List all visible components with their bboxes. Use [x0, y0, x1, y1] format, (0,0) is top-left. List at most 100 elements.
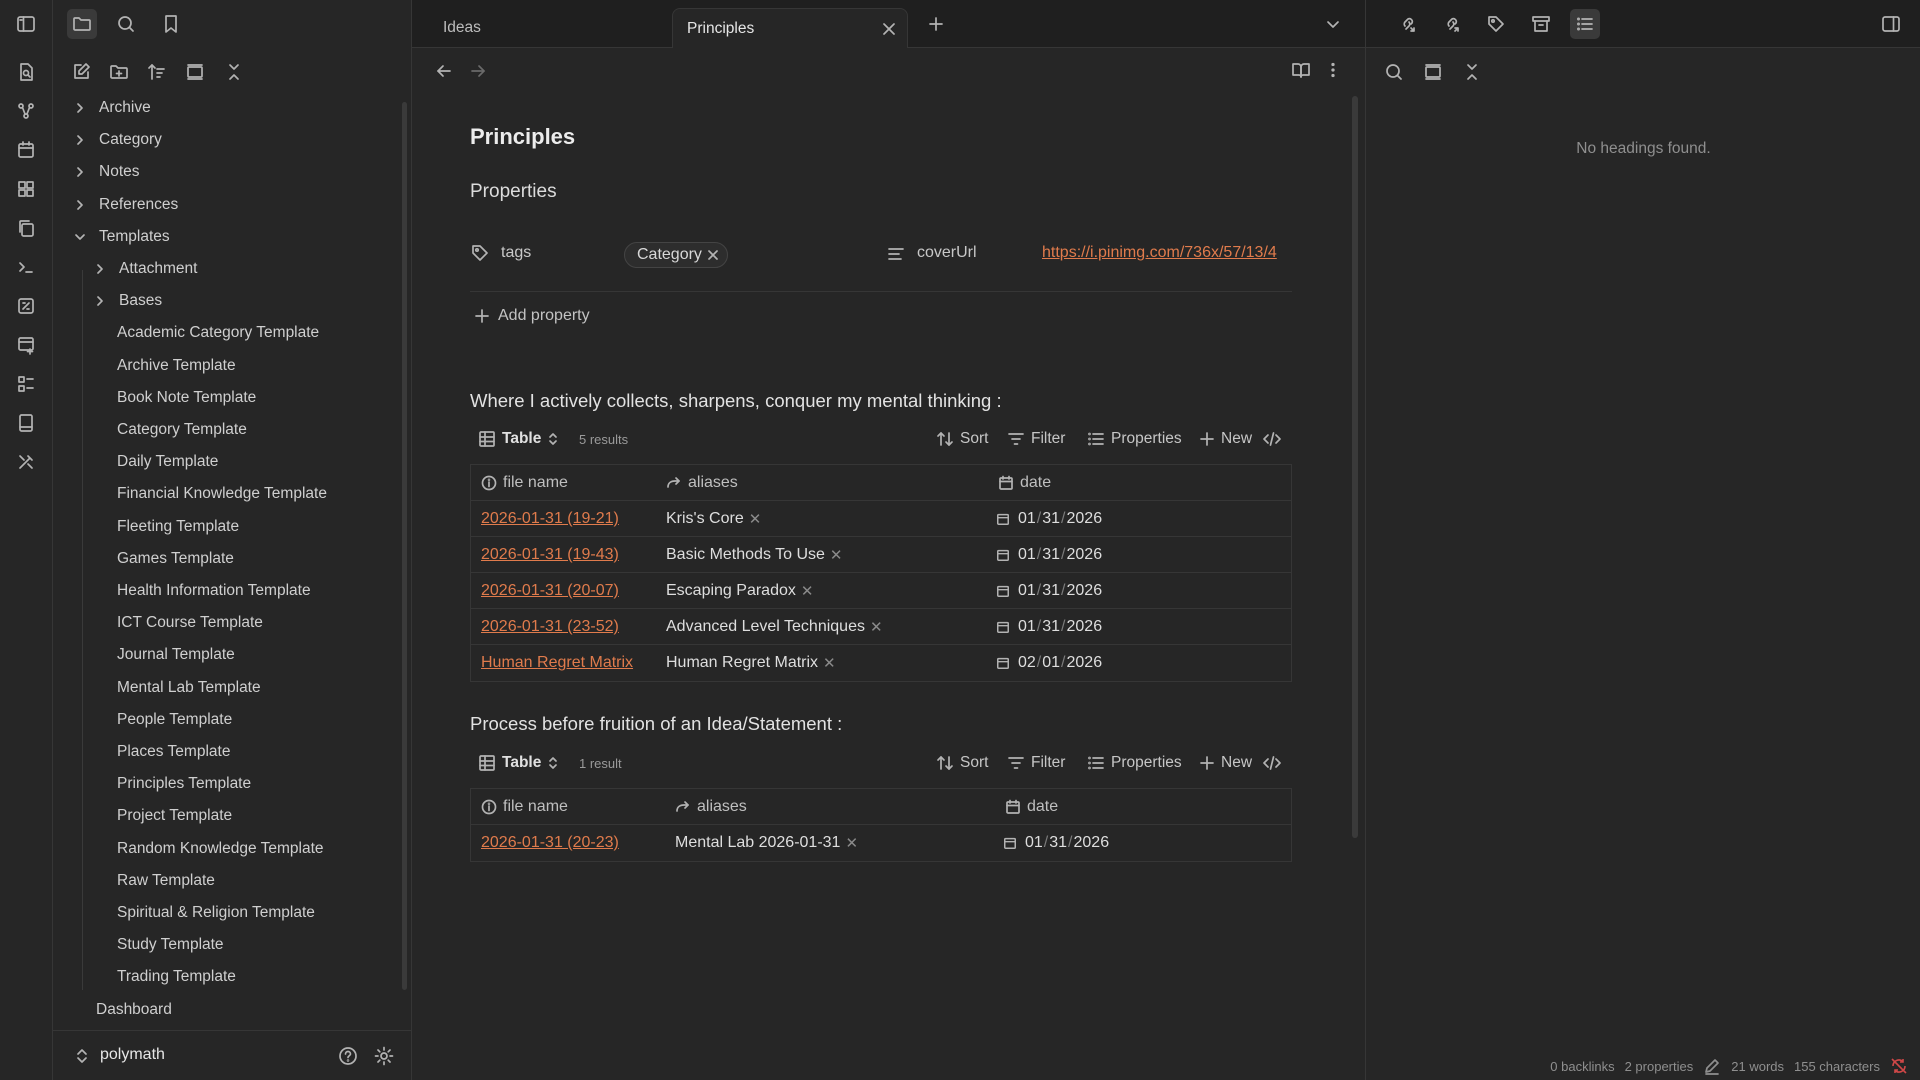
column-header-date[interactable]: date [1005, 789, 1058, 825]
properties-count[interactable]: 2 properties [1625, 1059, 1694, 1074]
tree-file[interactable]: ICT Course Template [117, 610, 263, 636]
bookmarks-icon[interactable] [156, 9, 186, 39]
settings-gear-icon[interactable] [374, 1046, 394, 1066]
view-switcher[interactable]: Table [478, 746, 559, 780]
tools-icon[interactable] [14, 450, 38, 474]
graph-view-icon[interactable] [14, 99, 38, 123]
backlinks-icon[interactable] [1392, 9, 1422, 39]
tree-file[interactable]: Project Template [117, 803, 232, 829]
column-header-aliases[interactable]: aliases [666, 465, 738, 501]
remove-alias-icon[interactable]: ✕ [830, 546, 843, 564]
sort-button[interactable]: Sort [936, 422, 988, 456]
remove-tag-icon[interactable] [707, 249, 719, 261]
new-base-icon[interactable] [14, 333, 38, 357]
date-cell[interactable]: 02/01/2026 [996, 645, 1102, 681]
column-header-file-name[interactable]: file name [481, 789, 568, 825]
file-link[interactable]: Human Regret Matrix [481, 654, 633, 672]
tree-file[interactable]: Archive Template [117, 353, 236, 379]
filter-button[interactable]: Filter [1007, 422, 1065, 456]
open-quick-switcher-icon[interactable] [14, 60, 38, 84]
tree-file[interactable]: Principles Template [117, 771, 251, 797]
main-scrollbar[interactable] [1352, 96, 1358, 838]
new-folder-icon[interactable] [104, 57, 134, 87]
reading-view-icon[interactable] [1291, 60, 1311, 80]
tree-file[interactable]: Daily Template [117, 449, 218, 475]
tree-file[interactable]: Financial Knowledge Template [117, 481, 327, 507]
chevron-down-icon[interactable] [71, 230, 89, 244]
outgoing-links-icon[interactable] [1436, 9, 1466, 39]
more-options-icon[interactable] [1323, 60, 1343, 80]
column-header-date[interactable]: date [998, 465, 1051, 501]
tree-folder[interactable]: Archive [71, 100, 151, 121]
embed-code-icon[interactable] [1262, 746, 1282, 780]
alias-pill[interactable]: Mental Lab 2026-01-31 ✕ [675, 825, 858, 861]
tree-file[interactable]: Journal Template [117, 642, 235, 668]
new-button[interactable]: New [1199, 746, 1252, 780]
archive-box-icon[interactable] [1526, 9, 1556, 39]
properties-button[interactable]: Properties [1087, 746, 1182, 780]
backlinks-count[interactable]: 0 backlinks [1550, 1059, 1614, 1074]
file-link[interactable]: 2026-01-31 (19-21) [481, 510, 619, 528]
remove-alias-icon[interactable]: ✕ [749, 510, 762, 528]
tree-file[interactable]: Book Note Template [117, 385, 256, 411]
tree-file[interactable]: Category Template [117, 417, 247, 443]
sync-status-icon[interactable] [1890, 1057, 1908, 1075]
checklist-icon[interactable] [14, 372, 38, 396]
tree-file[interactable]: Study Template [117, 932, 224, 958]
help-icon[interactable] [338, 1046, 358, 1066]
collapse-all-icon[interactable] [219, 57, 249, 87]
toggle-left-sidebar-icon[interactable] [14, 12, 38, 36]
chevron-right-icon[interactable] [71, 165, 89, 179]
properties-button[interactable]: Properties [1087, 422, 1182, 456]
tree-file[interactable]: Random Knowledge Template [117, 836, 324, 862]
vault-name[interactable]: polymath [100, 1046, 165, 1064]
new-note-icon[interactable] [66, 57, 96, 87]
column-header-file-name[interactable]: file name [481, 465, 568, 501]
chevron-right-icon[interactable] [71, 101, 89, 115]
toggle-right-sidebar-icon[interactable] [1876, 9, 1906, 39]
tab-list-chevron-icon[interactable] [1324, 16, 1342, 34]
tree-file[interactable]: Spiritual & Religion Template [117, 900, 315, 926]
tree-folder[interactable]: Attachment [91, 256, 197, 282]
tab-ideas[interactable]: Ideas [412, 8, 670, 48]
tree-file[interactable]: Mental Lab Template [117, 675, 261, 701]
tag-chip[interactable]: Category [624, 242, 728, 268]
cover-url-link[interactable]: https://i.pinimg.com/736x/57/13/4 [1042, 244, 1277, 262]
section-heading-idea-process[interactable]: Process before fruition of an Idea/State… [470, 713, 842, 735]
date-cell[interactable]: 01/31/2026 [996, 537, 1102, 573]
filter-button[interactable]: Filter [1007, 746, 1065, 780]
date-cell[interactable]: 01/31/2026 [996, 501, 1102, 537]
remove-alias-icon[interactable]: ✕ [823, 654, 836, 672]
add-property-button[interactable]: Add property [474, 307, 590, 325]
property-key-coverurl[interactable]: coverUrl [917, 244, 977, 262]
close-tab-icon[interactable] [881, 21, 897, 37]
chevron-right-icon[interactable] [91, 262, 109, 276]
tree-file[interactable]: Trading Template [117, 964, 236, 990]
tree-file[interactable]: Places Template [117, 739, 230, 765]
auto-reveal-icon[interactable] [180, 57, 210, 87]
new-tab-plus-icon[interactable] [927, 15, 945, 33]
edit-mode-pencil-icon[interactable] [1703, 1057, 1721, 1075]
date-cell[interactable]: 01/31/2026 [1003, 825, 1109, 861]
alias-pill[interactable]: Human Regret Matrix ✕ [666, 645, 836, 681]
file-link[interactable]: 2026-01-31 (20-07) [481, 582, 619, 600]
sidebar-scrollbar[interactable] [402, 102, 407, 990]
sort-button[interactable]: Sort [936, 746, 988, 780]
tree-file[interactable]: Raw Template [117, 868, 215, 894]
book-icon[interactable] [14, 411, 38, 435]
calendar-icon[interactable] [14, 138, 38, 162]
alias-pill[interactable]: Kris's Core ✕ [666, 501, 761, 537]
tree-file[interactable]: Fleeting Template [117, 514, 239, 540]
file-link[interactable]: 2026-01-31 (19-43) [481, 546, 619, 564]
chevron-right-icon[interactable] [71, 133, 89, 147]
alias-pill[interactable]: Basic Methods To Use ✕ [666, 537, 842, 573]
date-cell[interactable]: 01/31/2026 [996, 609, 1102, 645]
alias-pill[interactable]: Advanced Level Techniques ✕ [666, 609, 883, 645]
excalidraw-icon[interactable] [14, 294, 38, 318]
copy-files-icon[interactable] [14, 216, 38, 240]
tree-folder[interactable]: References [71, 192, 178, 218]
chevron-right-icon[interactable] [91, 294, 109, 308]
tree-file[interactable]: Academic Category Template [117, 320, 319, 346]
alias-pill[interactable]: Escaping Paradox ✕ [666, 573, 813, 609]
outline-icon[interactable] [1570, 9, 1600, 39]
